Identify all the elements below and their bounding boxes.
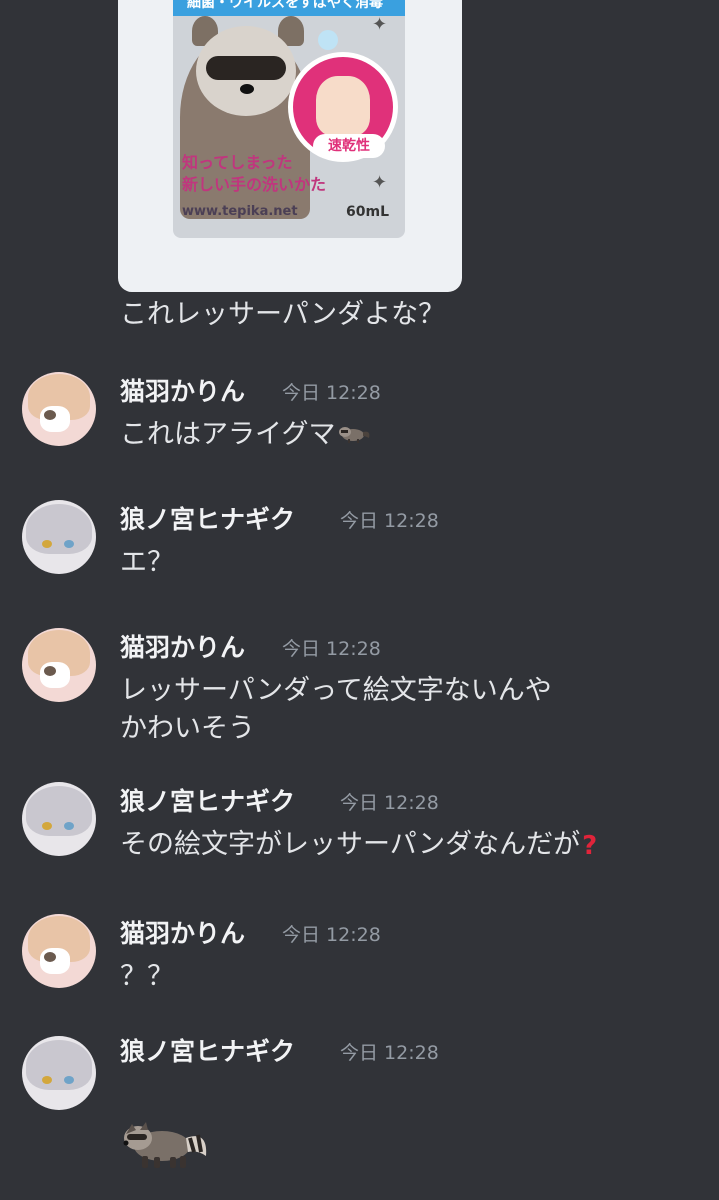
- timestamp: 今日 12:28: [340, 1042, 439, 1064]
- avatar-eye: [42, 540, 52, 548]
- avatar[interactable]: [22, 372, 96, 446]
- product-tagline: 知ってしまった 新しい手の洗いかた: [182, 152, 326, 196]
- username[interactable]: 狼ノ宮ヒナギク: [120, 782, 295, 818]
- raccoon-photo-nose: [240, 84, 254, 94]
- avatar-eye: [64, 1076, 74, 1084]
- timestamp: 今日 12:28: [282, 924, 381, 946]
- avatar-cat: [40, 948, 70, 974]
- message-text: エ？: [120, 547, 174, 578]
- avatar-eye: [64, 540, 74, 548]
- username[interactable]: 狼ノ宮ヒナギク: [120, 500, 295, 536]
- bubble-decoration: [318, 30, 338, 50]
- timestamp: 今日 12:28: [340, 792, 439, 814]
- message-text: ？？: [120, 961, 174, 992]
- avatar[interactable]: [22, 1036, 96, 1110]
- timestamp: 今日 12:28: [340, 510, 439, 532]
- avatar[interactable]: [22, 914, 96, 988]
- avatar-cat: [40, 662, 70, 688]
- avatar-hair: [26, 786, 92, 836]
- message-line: その絵文字がレッサーパンダなんだが: [120, 829, 581, 860]
- avatar[interactable]: [22, 782, 96, 856]
- username[interactable]: 猫羽かりん: [120, 914, 245, 950]
- message-image-attachment[interactable]: 細菌・ウイルスをすばやく消毒 ✦ ✦ 速乾性 知ってしまった 新しい手の洗いかた…: [118, 0, 462, 292]
- timestamp: 今日 12:28: [282, 382, 381, 404]
- tagline-line-2: 新しい手の洗いかた: [182, 175, 327, 194]
- username[interactable]: 狼ノ宮ヒナギク: [120, 1032, 295, 1068]
- message-text: その絵文字がレッサーパンダなんだが?: [120, 826, 597, 865]
- username[interactable]: 猫羽かりん: [120, 628, 245, 664]
- avatar-eye: [42, 822, 52, 830]
- chat-message-list: 細菌・ウイルスをすばやく消毒 ✦ ✦ 速乾性 知ってしまった 新しい手の洗いかた…: [0, 0, 719, 1200]
- avatar-cat: [40, 406, 70, 432]
- product-volume: 60mL: [346, 204, 389, 220]
- sparkle-icon: ✦: [372, 172, 388, 193]
- raccoon-emoji-small: [337, 417, 371, 455]
- product-header-strip: 細菌・ウイルスをすばやく消毒: [173, 0, 405, 16]
- username[interactable]: 猫羽かりん: [120, 372, 245, 408]
- avatar[interactable]: [22, 628, 96, 702]
- red-question-mark-emoji: ?: [582, 830, 598, 861]
- hand-icon: [316, 76, 370, 136]
- avatar[interactable]: [22, 500, 96, 574]
- message-text: これはアライグマ: [120, 416, 371, 455]
- message-line: レッサーパンダって絵文字ないんや: [120, 675, 552, 706]
- sparkle-icon: ✦: [372, 14, 388, 35]
- avatar-hair: [26, 504, 92, 554]
- avatar-hair: [26, 1040, 92, 1090]
- product-website: www.tepika.net: [182, 204, 298, 219]
- tagline-line-1: 知ってしまった: [182, 153, 293, 172]
- message-text: これレッサーパンダよな？: [120, 299, 446, 330]
- avatar-eye: [42, 1076, 52, 1084]
- raccoon-photo-mask: [206, 56, 286, 80]
- message-line: これはアライグマ: [120, 419, 336, 450]
- product-header-text: 細菌・ウイルスをすばやく消毒: [187, 0, 383, 11]
- timestamp: 今日 12:28: [282, 638, 381, 660]
- message-line: かわいそう: [120, 713, 255, 744]
- avatar-eye: [64, 822, 74, 830]
- raccoon-emoji-large: [120, 1116, 208, 1174]
